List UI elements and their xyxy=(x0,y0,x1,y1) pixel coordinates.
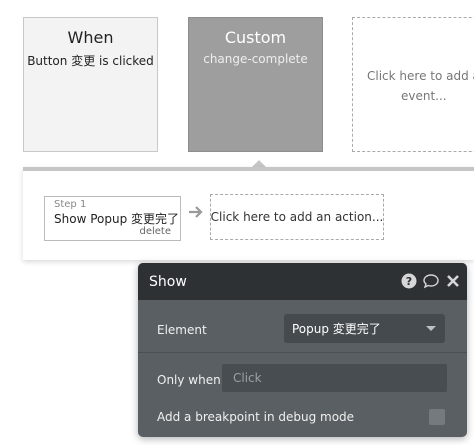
event-card-custom[interactable]: Custom change-complete xyxy=(188,17,323,152)
add-event-line2: event... xyxy=(401,89,447,103)
custom-card-subtitle: change-complete xyxy=(203,52,308,66)
property-editor-popup: Show ? Element Popup 変更完了 Only when Clic… xyxy=(138,263,467,437)
only-when-placeholder: Click xyxy=(233,371,262,385)
element-dropdown[interactable]: Popup 変更完了 xyxy=(284,314,445,343)
event-card-when[interactable]: When Button 変更 is clicked xyxy=(23,17,158,152)
only-when-label: Only when xyxy=(157,373,221,387)
event-card-title: When xyxy=(67,28,114,47)
add-event-line1: Click here to add an xyxy=(367,69,474,83)
comment-icon[interactable] xyxy=(423,273,439,289)
step-name: Show Popup 変更完了 xyxy=(54,212,179,226)
help-icon[interactable]: ? xyxy=(401,273,417,289)
chevron-down-icon xyxy=(426,326,436,331)
debug-label: Add a breakpoint in debug mode xyxy=(157,410,355,424)
event-card-subtitle: Button 変更 is clicked xyxy=(27,54,154,68)
actions-panel: Step 1 Show Popup 変更完了 delete Click here… xyxy=(23,167,474,260)
step-number: Step 1 xyxy=(54,199,87,210)
step-card[interactable]: Step 1 Show Popup 変更完了 delete xyxy=(44,196,181,241)
custom-card-title: Custom xyxy=(224,28,287,47)
debug-breakpoint-checkbox[interactable] xyxy=(429,409,445,425)
only-when-input[interactable]: Click xyxy=(222,364,447,392)
divider xyxy=(138,352,467,353)
svg-text:?: ? xyxy=(406,275,412,288)
add-action-label: Click here to add an action... xyxy=(210,210,384,224)
element-dropdown-value: Popup 変更完了 xyxy=(292,322,381,336)
add-action-button[interactable]: Click here to add an action... xyxy=(210,194,384,240)
add-event-button[interactable]: Click here to add an event... xyxy=(352,17,474,152)
popup-title: Show xyxy=(149,273,187,290)
step-delete-link[interactable]: delete xyxy=(139,226,171,237)
element-label: Element xyxy=(157,323,207,337)
close-icon[interactable] xyxy=(445,273,461,289)
popup-header: Show ? xyxy=(138,263,467,300)
arrow-right-icon xyxy=(189,206,203,218)
